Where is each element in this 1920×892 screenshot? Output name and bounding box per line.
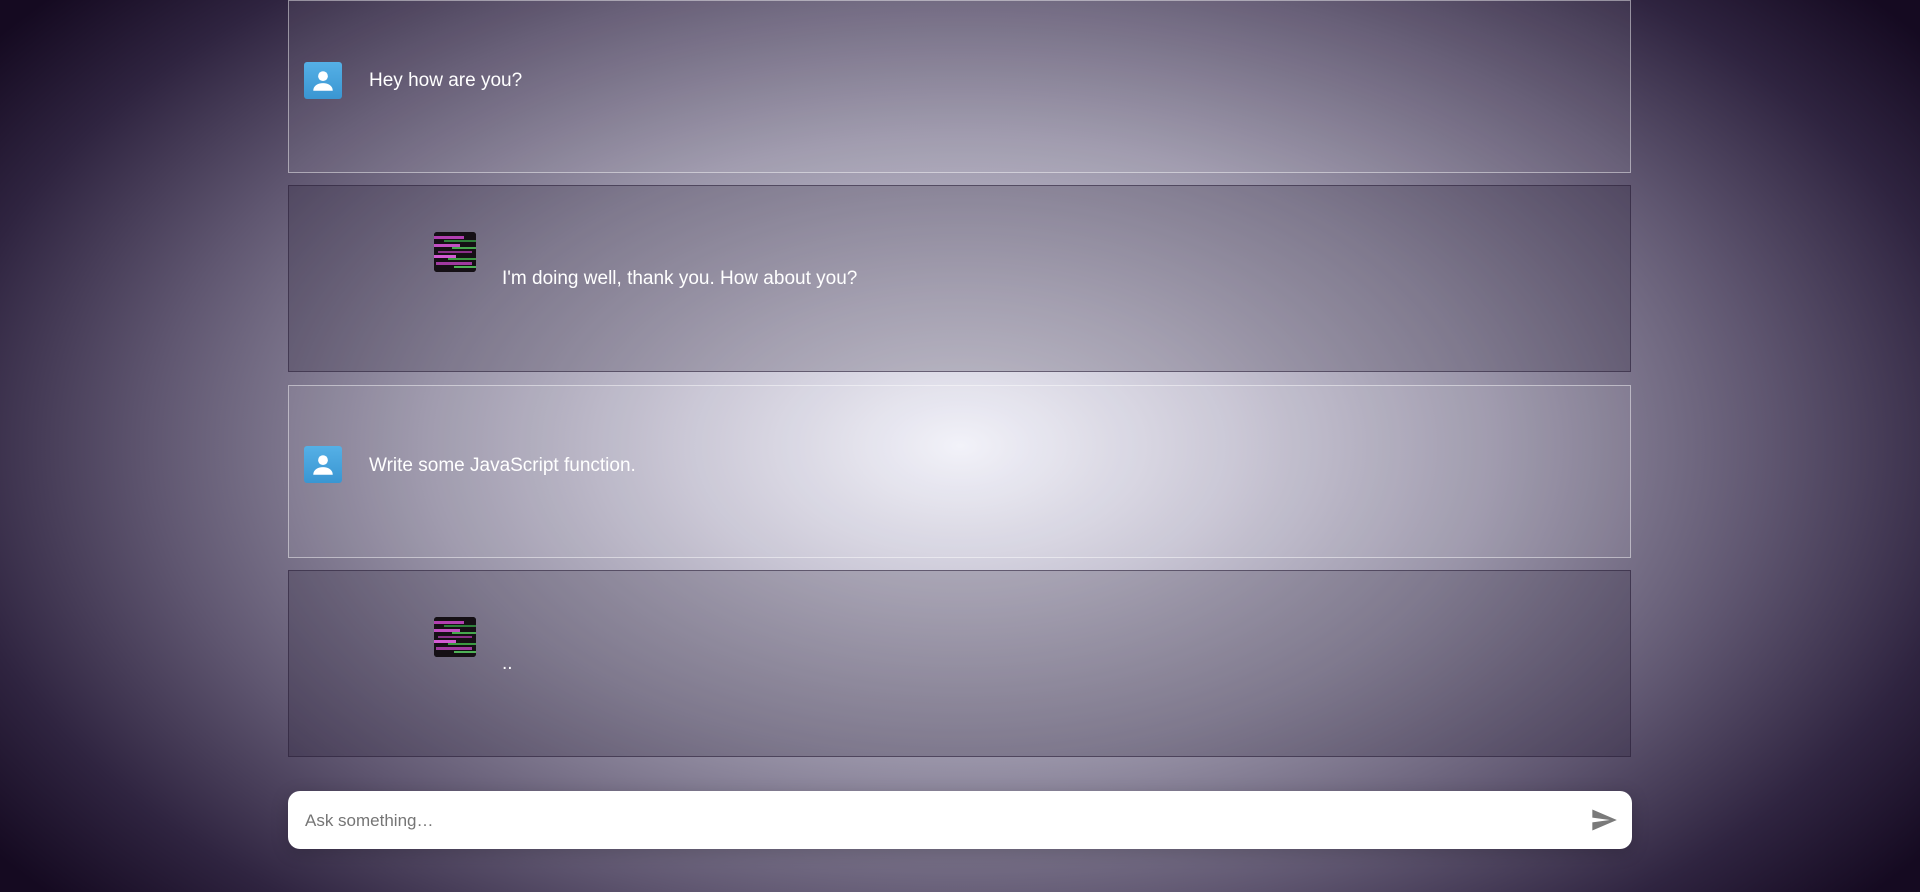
person-icon xyxy=(313,70,333,91)
user-message: Hey how are you? xyxy=(288,0,1631,173)
send-icon xyxy=(1592,809,1617,831)
person-icon xyxy=(313,454,333,475)
assistant-avatar xyxy=(434,617,476,657)
user-avatar xyxy=(304,446,342,483)
glitch-avatar-icon xyxy=(434,232,476,272)
message-text: Write some JavaScript function. xyxy=(369,455,636,476)
chat-input-bar xyxy=(288,791,1632,851)
glitch-avatar-icon xyxy=(434,617,476,657)
assistant-avatar xyxy=(434,232,476,272)
user-avatar xyxy=(304,62,342,99)
user-message: Write some JavaScript function. xyxy=(288,385,1631,558)
message-text: .. xyxy=(502,653,513,674)
assistant-message: I'm doing well, thank you. How about you… xyxy=(288,185,1631,372)
message-text: Hey how are you? xyxy=(369,70,523,91)
prompt-input[interactable] xyxy=(303,791,1567,851)
message-text: I'm doing well, thank you. How about you… xyxy=(502,268,858,289)
assistant-message: .. xyxy=(288,570,1631,757)
send-button[interactable] xyxy=(1588,805,1620,835)
